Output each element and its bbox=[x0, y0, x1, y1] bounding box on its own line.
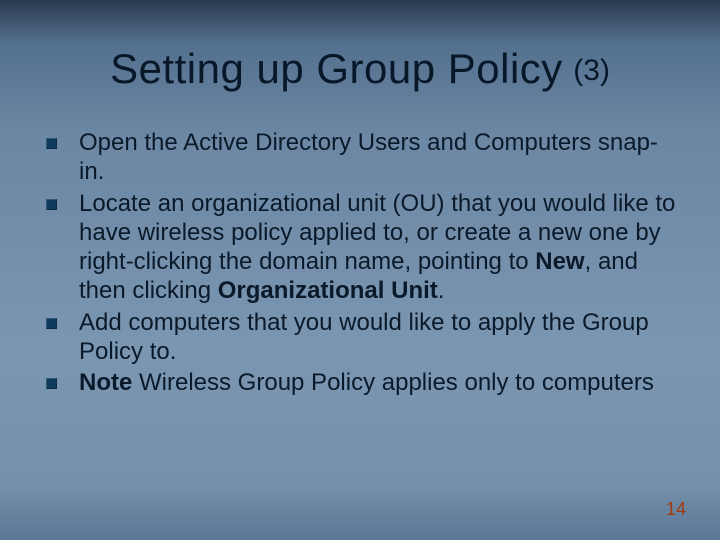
list-item: Note Wireless Group Policy applies only … bbox=[46, 368, 680, 397]
square-bullet-icon bbox=[46, 199, 57, 210]
bullet-text: Locate an organizational unit (OU) that … bbox=[79, 189, 680, 306]
square-bullet-icon bbox=[46, 138, 57, 149]
bullet-list: Open the Active Directory Users and Comp… bbox=[46, 128, 680, 399]
bullet-text: Add computers that you would like to app… bbox=[79, 308, 680, 367]
slide-title-suffix: (3) bbox=[573, 54, 610, 87]
page-number: 14 bbox=[666, 499, 686, 520]
slide-title-main: Setting up Group Policy bbox=[110, 45, 563, 92]
list-item: Locate an organizational unit (OU) that … bbox=[46, 189, 680, 306]
bullet-text: Note Wireless Group Policy applies only … bbox=[79, 368, 654, 397]
list-item: Add computers that you would like to app… bbox=[46, 308, 680, 367]
list-item: Open the Active Directory Users and Comp… bbox=[46, 128, 680, 187]
bullet-text: Open the Active Directory Users and Comp… bbox=[79, 128, 680, 187]
slide-title: Setting up Group Policy (3) bbox=[0, 45, 720, 93]
square-bullet-icon bbox=[46, 378, 57, 389]
square-bullet-icon bbox=[46, 318, 57, 329]
